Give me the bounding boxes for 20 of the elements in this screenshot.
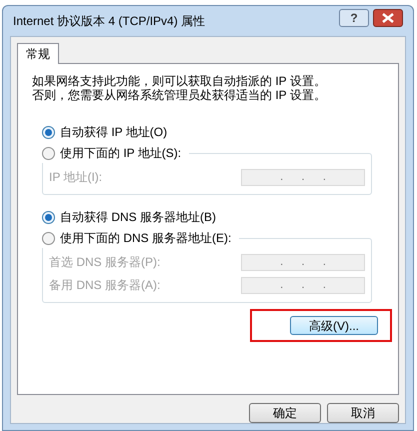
radio-button[interactable]	[42, 146, 55, 160]
option-label: 自动获得 DNS 服务器地址(B)	[60, 209, 216, 226]
option-label: 使用下面的 DNS 服务器地址(E):	[60, 230, 232, 247]
radio-button[interactable]	[42, 210, 55, 224]
radio-button[interactable]	[42, 232, 55, 244]
field-label: IP 地址(I):	[49, 169, 102, 186]
advanced-button[interactable]: 高级(V)...	[290, 316, 378, 335]
dialog-button[interactable]: 确定	[249, 403, 321, 423]
option-label: 使用下面的 IP 地址(S):	[60, 145, 182, 162]
field-label: 备用 DNS 服务器(A):	[49, 277, 160, 294]
close-button[interactable]	[373, 9, 403, 27]
window-title: Internet 协议版本 4 (TCP/IPv4) 属性	[13, 13, 206, 30]
help-button[interactable]: ?	[339, 9, 369, 27]
close-icon	[382, 13, 394, 23]
radio-button[interactable]	[42, 126, 55, 138]
tab[interactable]: 常规	[17, 43, 59, 64]
dialog-button[interactable]: 取消	[327, 403, 399, 423]
intro-text: 如果网络支持此功能，则可以获取自动指派的 IP 设置。否则，您需要从网络系统管理员处获得适当的 IP 设置。	[32, 74, 327, 102]
option-label: 自动获得 IP 地址(O)	[60, 124, 168, 141]
field-label: 首选 DNS 服务器(P):	[49, 254, 160, 271]
